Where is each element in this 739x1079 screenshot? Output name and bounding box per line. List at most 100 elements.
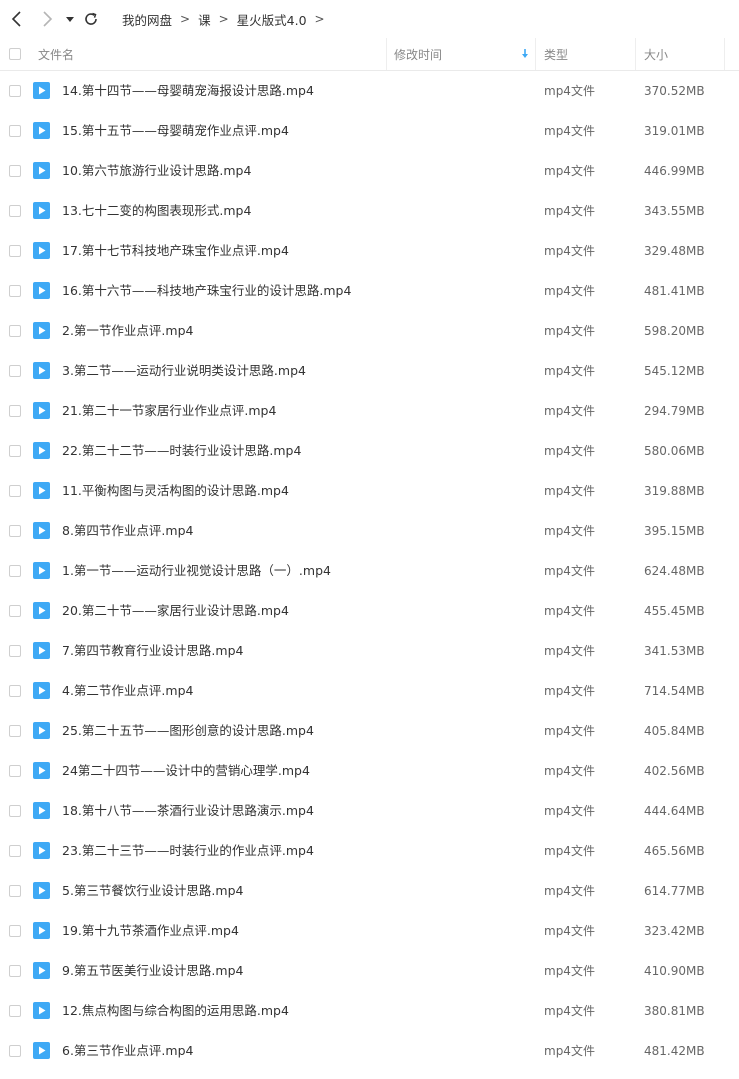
chevron-right-icon[interactable]: > (315, 12, 325, 26)
row-checkbox[interactable] (9, 245, 21, 257)
sort-descending-icon[interactable] (521, 38, 529, 70)
file-name[interactable]: 11.平衡构图与灵活构图的设计思路.mp4 (62, 471, 289, 511)
row-checkbox[interactable] (9, 405, 21, 417)
row-checkbox[interactable] (9, 445, 21, 457)
file-name[interactable]: 4.第二节作业点评.mp4 (62, 671, 193, 711)
file-name[interactable]: 25.第二十五节——图形创意的设计思路.mp4 (62, 711, 314, 751)
row-checkbox[interactable] (9, 365, 21, 377)
file-row[interactable]: 6.第三节作业点评.mp4 mp4文件 481.42MB (0, 1031, 739, 1071)
file-row[interactable]: 9.第五节医美行业设计思路.mp4 mp4文件 410.90MB (0, 951, 739, 991)
file-row[interactable]: 7.第四节教育行业设计思路.mp4 mp4文件 341.53MB (0, 631, 739, 671)
column-divider[interactable] (535, 38, 536, 70)
file-row[interactable]: 13.七十二变的构图表现形式.mp4 mp4文件 343.55MB (0, 191, 739, 231)
column-header-type[interactable]: 类型 (544, 38, 568, 70)
row-checkbox[interactable] (9, 605, 21, 617)
breadcrumb-item-my-drive[interactable]: 我的网盘 (122, 10, 172, 29)
row-checkbox[interactable] (9, 565, 21, 577)
file-name[interactable]: 13.七十二变的构图表现形式.mp4 (62, 191, 251, 231)
file-name[interactable]: 14.第十四节——母婴萌宠海报设计思路.mp4 (62, 71, 314, 111)
file-name[interactable]: 6.第三节作业点评.mp4 (62, 1031, 193, 1071)
file-name[interactable]: 9.第五节医美行业设计思路.mp4 (62, 951, 243, 991)
file-name[interactable]: 1.第一节——运动行业视觉设计思路（一）.mp4 (62, 551, 331, 591)
file-name[interactable]: 18.第十八节——茶酒行业设计思路演示.mp4 (62, 791, 314, 831)
row-checkbox[interactable] (9, 885, 21, 897)
row-checkbox[interactable] (9, 645, 21, 657)
file-name[interactable]: 20.第二十节——家居行业设计思路.mp4 (62, 591, 289, 631)
history-dropdown-icon[interactable] (62, 8, 78, 30)
file-row[interactable]: 11.平衡构图与灵活构图的设计思路.mp4 mp4文件 319.88MB (0, 471, 739, 511)
breadcrumb-item-course[interactable]: 课 (198, 10, 211, 29)
file-name[interactable]: 10.第六节旅游行业设计思路.mp4 (62, 151, 251, 191)
file-row[interactable]: 16.第十六节——科技地产珠宝行业的设计思路.mp4 mp4文件 481.41MB (0, 271, 739, 311)
file-name[interactable]: 8.第四节作业点评.mp4 (62, 511, 193, 551)
file-name[interactable]: 23.第二十三节——时装行业的作业点评.mp4 (62, 831, 314, 871)
row-checkbox[interactable] (9, 1045, 21, 1057)
breadcrumb-item-current-folder[interactable]: 星火版式4.0 (237, 10, 307, 29)
row-checkbox[interactable] (9, 325, 21, 337)
row-checkbox[interactable] (9, 525, 21, 537)
file-size: 624.48MB (644, 564, 705, 578)
file-row[interactable]: 23.第二十三节——时装行业的作业点评.mp4 mp4文件 465.56MB (0, 831, 739, 871)
file-name[interactable]: 15.第十五节——母婴萌宠作业点评.mp4 (62, 111, 289, 151)
column-divider[interactable] (724, 38, 725, 70)
row-checkbox[interactable] (9, 765, 21, 777)
file-row[interactable]: 4.第二节作业点评.mp4 mp4文件 714.54MB (0, 671, 739, 711)
file-row[interactable]: 2.第一节作业点评.mp4 mp4文件 598.20MB (0, 311, 739, 351)
file-row[interactable]: 8.第四节作业点评.mp4 mp4文件 395.15MB (0, 511, 739, 551)
file-name[interactable]: 3.第二节——运动行业说明类设计思路.mp4 (62, 351, 306, 391)
file-type: mp4文件 (544, 404, 595, 418)
video-file-icon (33, 762, 50, 779)
file-type: mp4文件 (544, 964, 595, 978)
row-checkbox[interactable] (9, 965, 21, 977)
file-row[interactable]: 1.第一节——运动行业视觉设计思路（一）.mp4 mp4文件 624.48MB (0, 551, 739, 591)
file-row[interactable]: 18.第十八节——茶酒行业设计思路演示.mp4 mp4文件 444.64MB (0, 791, 739, 831)
row-checkbox[interactable] (9, 285, 21, 297)
file-name[interactable]: 24第二十四节——设计中的营销心理学.mp4 (62, 751, 310, 791)
row-checkbox[interactable] (9, 845, 21, 857)
select-all-checkbox[interactable] (9, 38, 21, 70)
column-divider[interactable] (635, 38, 636, 70)
file-name[interactable]: 16.第十六节——科技地产珠宝行业的设计思路.mp4 (62, 271, 351, 311)
file-row[interactable]: 14.第十四节——母婴萌宠海报设计思路.mp4 mp4文件 370.52MB (0, 71, 739, 111)
file-row[interactable]: 22.第二十二节——时装行业设计思路.mp4 mp4文件 580.06MB (0, 431, 739, 471)
row-checkbox[interactable] (9, 165, 21, 177)
file-row[interactable]: 15.第十五节——母婴萌宠作业点评.mp4 mp4文件 319.01MB (0, 111, 739, 151)
file-row[interactable]: 3.第二节——运动行业说明类设计思路.mp4 mp4文件 545.12MB (0, 351, 739, 391)
file-row[interactable]: 12.焦点构图与综合构图的运用思路.mp4 mp4文件 380.81MB (0, 991, 739, 1031)
refresh-icon[interactable] (80, 8, 102, 30)
file-row[interactable]: 21.第二十一节家居行业作业点评.mp4 mp4文件 294.79MB (0, 391, 739, 431)
forward-arrow-icon[interactable] (36, 8, 58, 30)
file-name[interactable]: 5.第三节餐饮行业设计思路.mp4 (62, 871, 243, 911)
file-row[interactable]: 19.第十九节茶酒作业点评.mp4 mp4文件 323.42MB (0, 911, 739, 951)
file-name[interactable]: 7.第四节教育行业设计思路.mp4 (62, 631, 243, 671)
file-name[interactable]: 12.焦点构图与综合构图的运用思路.mp4 (62, 991, 289, 1031)
row-checkbox[interactable] (9, 685, 21, 697)
row-checkbox[interactable] (9, 805, 21, 817)
back-arrow-icon[interactable] (6, 8, 28, 30)
row-checkbox[interactable] (9, 1005, 21, 1017)
file-name[interactable]: 2.第一节作业点评.mp4 (62, 311, 193, 351)
file-row[interactable]: 17.第十七节科技地产珠宝作业点评.mp4 mp4文件 329.48MB (0, 231, 739, 271)
row-checkbox[interactable] (9, 125, 21, 137)
file-row[interactable]: 24第二十四节——设计中的营销心理学.mp4 mp4文件 402.56MB (0, 751, 739, 791)
row-checkbox[interactable] (9, 925, 21, 937)
file-name[interactable]: 21.第二十一节家居行业作业点评.mp4 (62, 391, 276, 431)
row-checkbox[interactable] (9, 485, 21, 497)
file-row[interactable]: 5.第三节餐饮行业设计思路.mp4 mp4文件 614.77MB (0, 871, 739, 911)
file-name[interactable]: 22.第二十二节——时装行业设计思路.mp4 (62, 431, 301, 471)
file-name[interactable]: 17.第十七节科技地产珠宝作业点评.mp4 (62, 231, 289, 271)
row-checkbox[interactable] (9, 725, 21, 737)
row-checkbox[interactable] (9, 85, 21, 97)
file-row[interactable]: 25.第二十五节——图形创意的设计思路.mp4 mp4文件 405.84MB (0, 711, 739, 751)
column-header-modified[interactable]: 修改时间 (394, 38, 442, 70)
file-type: mp4文件 (544, 324, 595, 338)
column-header-name[interactable]: 文件名 (38, 38, 74, 70)
file-name[interactable]: 19.第十九节茶酒作业点评.mp4 (62, 911, 239, 951)
file-row[interactable]: 20.第二十节——家居行业设计思路.mp4 mp4文件 455.45MB (0, 591, 739, 631)
row-checkbox[interactable] (9, 205, 21, 217)
column-header-size[interactable]: 大小 (644, 38, 668, 70)
column-divider[interactable] (386, 38, 387, 70)
file-type: mp4文件 (544, 684, 595, 698)
file-row[interactable]: 10.第六节旅游行业设计思路.mp4 mp4文件 446.99MB (0, 151, 739, 191)
checkbox-box[interactable] (9, 48, 21, 60)
